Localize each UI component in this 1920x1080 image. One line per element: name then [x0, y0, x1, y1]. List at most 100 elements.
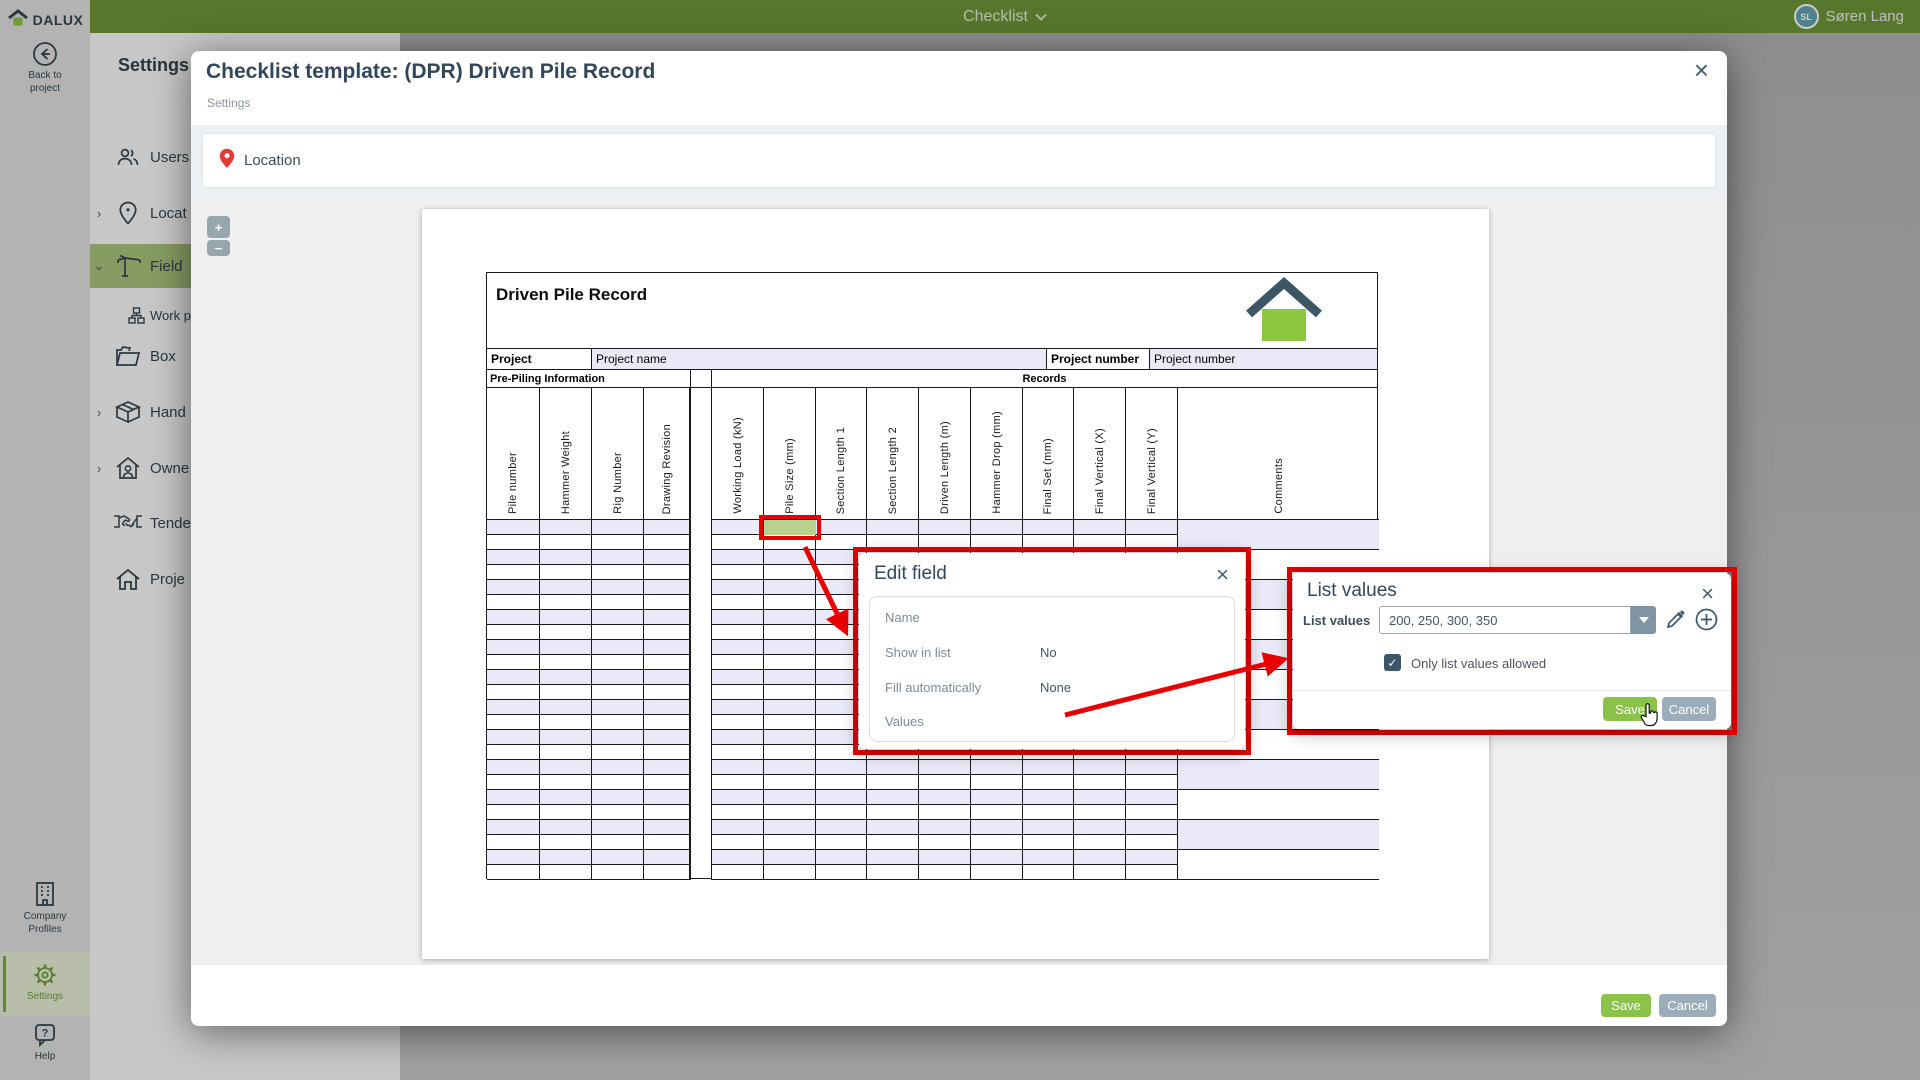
doc-cell[interactable]	[764, 595, 816, 610]
doc-cell[interactable]	[971, 760, 1023, 775]
doc-header-driven-length-m-[interactable]: Driven Length (m)	[919, 388, 971, 520]
doc-cell[interactable]	[644, 820, 690, 835]
doc-cell[interactable]	[712, 625, 764, 640]
doc-cell[interactable]	[816, 865, 867, 880]
doc-cell[interactable]	[971, 850, 1023, 865]
doc-header-pile-number[interactable]: Pile number	[487, 388, 540, 520]
doc-cell[interactable]	[592, 520, 644, 535]
doc-cell[interactable]	[644, 595, 690, 610]
doc-cell[interactable]	[971, 520, 1023, 535]
doc-cell[interactable]	[644, 640, 690, 655]
doc-cell[interactable]	[487, 730, 540, 745]
doc-cell[interactable]	[644, 790, 690, 805]
doc-cell[interactable]	[816, 850, 867, 865]
doc-cell[interactable]	[1126, 850, 1178, 865]
doc-cell[interactable]	[764, 625, 816, 640]
doc-cell[interactable]	[644, 805, 690, 820]
doc-cell[interactable]	[540, 790, 592, 805]
doc-cell[interactable]	[764, 790, 816, 805]
modal-close-icon[interactable]: ×	[1694, 57, 1709, 83]
doc-cell[interactable]	[592, 760, 644, 775]
doc-cell[interactable]	[644, 580, 690, 595]
doc-cell[interactable]	[971, 775, 1023, 790]
doc-header-final-set-mm-[interactable]: Final Set (mm)	[1023, 388, 1074, 520]
doc-cell[interactable]	[919, 790, 971, 805]
doc-cell[interactable]	[592, 730, 644, 745]
doc-cell[interactable]	[487, 775, 540, 790]
doc-cell[interactable]	[540, 655, 592, 670]
doc-cell[interactable]	[712, 715, 764, 730]
doc-cell[interactable]	[592, 655, 644, 670]
location-row[interactable]: Location	[203, 134, 1715, 187]
doc-cell[interactable]	[919, 835, 971, 850]
doc-cell[interactable]	[867, 865, 919, 880]
doc-cell[interactable]	[487, 640, 540, 655]
doc-cell[interactable]	[487, 580, 540, 595]
doc-cell[interactable]	[971, 835, 1023, 850]
doc-cell[interactable]	[764, 715, 816, 730]
doc-cell[interactable]	[592, 700, 644, 715]
doc-cell[interactable]	[867, 775, 919, 790]
doc-header-working-load-kn-[interactable]: Working Load (kN)	[712, 388, 764, 520]
doc-cell[interactable]	[487, 790, 540, 805]
doc-cell[interactable]	[1178, 790, 1379, 820]
doc-cell[interactable]	[540, 520, 592, 535]
list-values-close-icon[interactable]: ×	[1701, 583, 1714, 605]
doc-header-section-length-2[interactable]: Section Length 2	[867, 388, 919, 520]
edit-field-close-icon[interactable]: ×	[1216, 564, 1229, 586]
zoom-out-button[interactable]: −	[207, 240, 230, 256]
doc-cell[interactable]	[487, 595, 540, 610]
doc-cell[interactable]	[540, 580, 592, 595]
edit-field-row-show-in-list[interactable]: Show in listNo	[885, 645, 1224, 665]
doc-cell[interactable]	[764, 805, 816, 820]
doc-cell[interactable]	[712, 535, 764, 550]
doc-cell[interactable]	[712, 640, 764, 655]
doc-cell[interactable]	[644, 610, 690, 625]
doc-cell[interactable]	[540, 715, 592, 730]
project-value-cell[interactable]: Project name	[592, 349, 1047, 369]
doc-cell[interactable]	[1178, 820, 1379, 850]
doc-cell[interactable]	[644, 715, 690, 730]
doc-cell[interactable]	[712, 730, 764, 745]
doc-cell[interactable]	[592, 670, 644, 685]
doc-cell[interactable]	[1074, 850, 1126, 865]
doc-cell[interactable]	[644, 535, 690, 550]
doc-cell[interactable]	[592, 850, 644, 865]
doc-cell[interactable]	[1126, 520, 1178, 535]
doc-cell[interactable]	[712, 610, 764, 625]
doc-cell[interactable]	[592, 835, 644, 850]
doc-cell[interactable]	[592, 805, 644, 820]
doc-cell[interactable]	[540, 535, 592, 550]
doc-cell[interactable]	[712, 850, 764, 865]
doc-cell[interactable]	[540, 820, 592, 835]
add-list-icon[interactable]	[1695, 608, 1718, 636]
doc-cell[interactable]	[919, 850, 971, 865]
doc-cell[interactable]	[712, 670, 764, 685]
list-values-save-button[interactable]: Save	[1603, 697, 1657, 721]
doc-cell[interactable]	[712, 745, 764, 760]
doc-cell[interactable]	[1023, 805, 1074, 820]
doc-cell[interactable]	[540, 850, 592, 865]
doc-cell[interactable]	[712, 655, 764, 670]
doc-cell[interactable]	[1074, 835, 1126, 850]
doc-header-final-vertical-y-[interactable]: Final Vertical (Y)	[1126, 388, 1178, 520]
doc-cell[interactable]	[540, 700, 592, 715]
doc-cell[interactable]	[644, 550, 690, 565]
doc-cell[interactable]	[712, 565, 764, 580]
doc-cell[interactable]	[592, 820, 644, 835]
doc-cell[interactable]	[712, 775, 764, 790]
doc-cell[interactable]	[1126, 820, 1178, 835]
doc-cell[interactable]	[644, 865, 690, 880]
doc-cell[interactable]	[764, 820, 816, 835]
doc-cell[interactable]	[592, 790, 644, 805]
doc-cell[interactable]	[764, 745, 816, 760]
doc-cell[interactable]	[592, 595, 644, 610]
doc-cell[interactable]	[764, 550, 816, 565]
doc-cell[interactable]	[487, 520, 540, 535]
edit-field-row-fill-automatically[interactable]: Fill automaticallyNone	[885, 680, 1224, 700]
doc-cell[interactable]	[764, 670, 816, 685]
doc-cell[interactable]	[540, 550, 592, 565]
doc-cell[interactable]	[1074, 865, 1126, 880]
doc-cell[interactable]	[644, 730, 690, 745]
save-button[interactable]: Save	[1601, 994, 1651, 1017]
